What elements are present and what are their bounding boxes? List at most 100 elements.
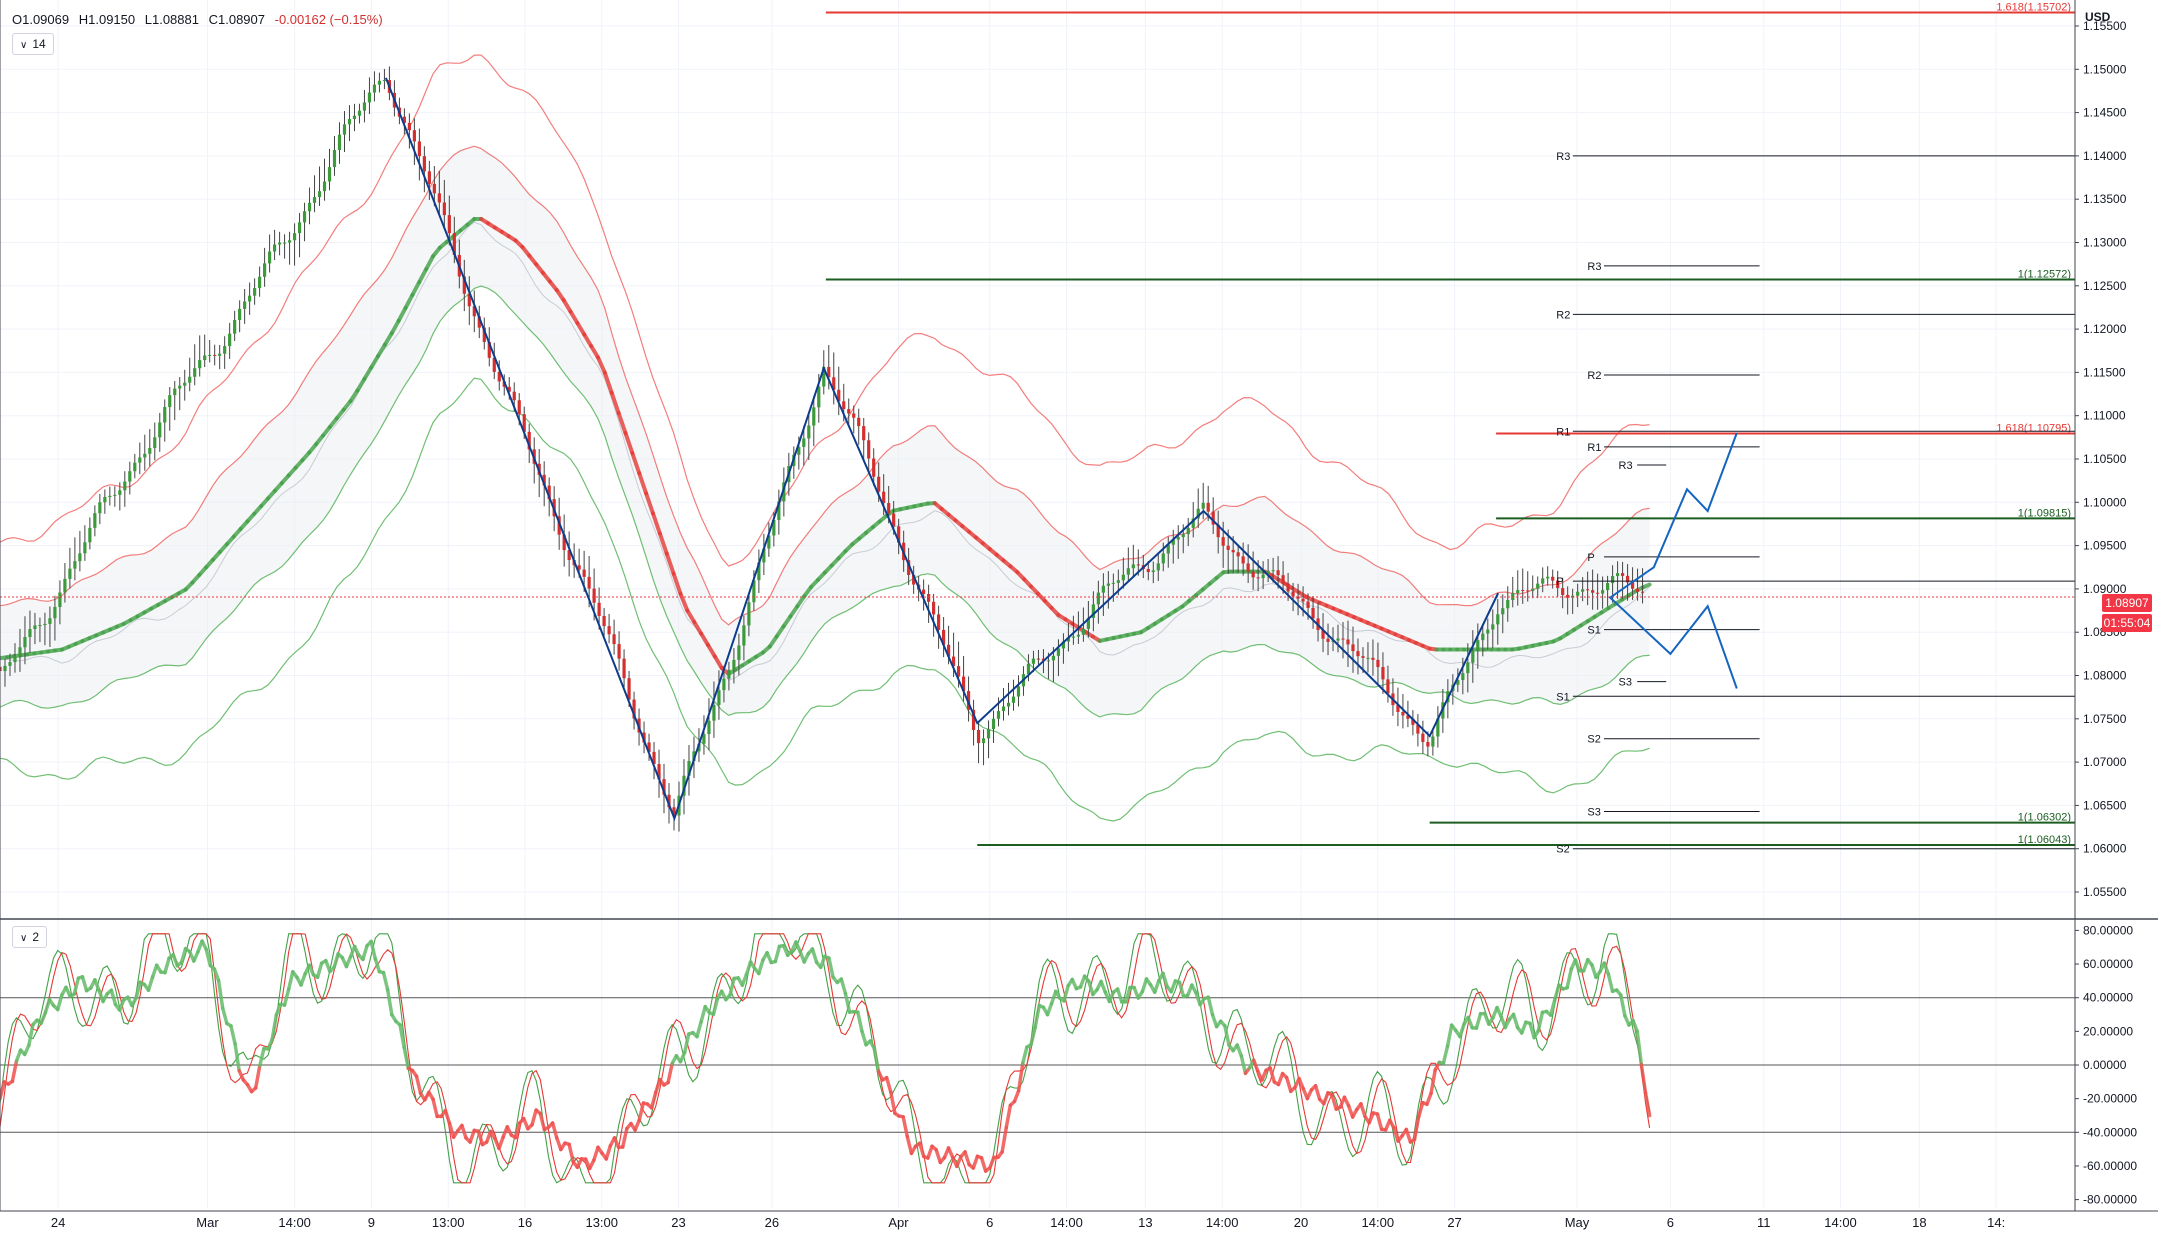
candle-body bbox=[937, 614, 940, 630]
pivot-label: R3 bbox=[1587, 261, 1601, 273]
candle-body bbox=[328, 167, 331, 181]
candle-body bbox=[448, 215, 451, 233]
candle-body bbox=[233, 320, 236, 334]
candle-body bbox=[383, 80, 386, 81]
candle-body bbox=[128, 471, 131, 481]
candle-body bbox=[273, 245, 276, 252]
candle-body bbox=[982, 738, 985, 743]
candle-body bbox=[1242, 556, 1245, 563]
candle-body bbox=[1641, 592, 1644, 593]
candle-body bbox=[88, 528, 91, 542]
candle-body bbox=[977, 730, 980, 743]
time-tick-label: 23 bbox=[671, 1215, 685, 1230]
candle-body bbox=[997, 711, 1000, 719]
candle-body bbox=[193, 368, 196, 377]
candle-body bbox=[1561, 588, 1564, 595]
pivot-label: P bbox=[1556, 576, 1563, 588]
candle-body bbox=[1147, 569, 1150, 572]
candle-body bbox=[862, 426, 865, 440]
candle-body bbox=[188, 377, 191, 383]
candle-body bbox=[253, 288, 256, 296]
candle-body bbox=[1621, 573, 1624, 576]
currency-label[interactable]: USD bbox=[2085, 10, 2110, 24]
candle-body bbox=[213, 355, 216, 356]
candle-body bbox=[1506, 600, 1509, 608]
price-tick-label: 1.10500 bbox=[2083, 452, 2127, 466]
candle-body bbox=[33, 625, 36, 629]
candle-body bbox=[847, 409, 850, 413]
price-tick-label: 1.12500 bbox=[2083, 279, 2127, 293]
time-tick-label: 16 bbox=[518, 1215, 532, 1230]
candle-body bbox=[1052, 656, 1055, 660]
ohlc-open: O1.09069 bbox=[12, 12, 69, 27]
candle-body bbox=[857, 418, 860, 426]
candle-body bbox=[1461, 673, 1464, 680]
candle-body bbox=[1222, 537, 1225, 546]
candle-body bbox=[712, 705, 715, 721]
osc-tick-label: 40.00000 bbox=[2083, 991, 2133, 1005]
candle-body bbox=[742, 625, 745, 645]
price-tick-label: 1.05500 bbox=[2083, 885, 2127, 899]
indicator-count: 14 bbox=[32, 37, 45, 51]
candle-body bbox=[1012, 697, 1015, 703]
time-tick-label: 14:00 bbox=[1050, 1215, 1083, 1230]
candle-body bbox=[807, 425, 810, 438]
candle-body bbox=[1177, 537, 1180, 539]
candle-body bbox=[1431, 736, 1434, 746]
candle-body bbox=[588, 577, 591, 589]
candle-body bbox=[1182, 534, 1185, 537]
candle-body bbox=[1107, 584, 1110, 586]
candle-body bbox=[1157, 563, 1160, 570]
candle-body bbox=[1496, 614, 1499, 624]
time-tick-label: 6 bbox=[986, 1215, 993, 1230]
fib-level-label: 1.618(1.10795) bbox=[1996, 422, 2071, 434]
price-chart[interactable]: 1.618(1.15702)1(1.12572)1.618(1.10795)1(… bbox=[0, 0, 2158, 1241]
price-tick-label: 1.12000 bbox=[2083, 322, 2127, 336]
candle-body bbox=[992, 719, 995, 729]
time-tick-label: 27 bbox=[1447, 1215, 1461, 1230]
fib-level-label: 1(1.06302) bbox=[2018, 812, 2071, 824]
candle-body bbox=[428, 171, 431, 184]
osc-tick-label: -40.00000 bbox=[2083, 1125, 2137, 1139]
candle-body bbox=[278, 243, 281, 245]
indicators-toggle-price[interactable]: ∨14 bbox=[12, 33, 54, 55]
indicators-toggle-oscillator[interactable]: ∨2 bbox=[12, 926, 47, 948]
candle-body bbox=[28, 629, 31, 637]
candle-body bbox=[258, 277, 261, 288]
candle-body bbox=[1356, 651, 1359, 656]
candle-body bbox=[1521, 590, 1524, 591]
current-price-tag: 1.08907 bbox=[2102, 594, 2152, 612]
candle-body bbox=[1097, 593, 1100, 605]
candle-body bbox=[313, 197, 316, 203]
candle-body bbox=[98, 502, 101, 513]
candle-body bbox=[1276, 570, 1279, 575]
time-tick-label: 13 bbox=[1138, 1215, 1152, 1230]
price-tick-label: 1.09500 bbox=[2083, 539, 2127, 553]
time-tick-label: May bbox=[1565, 1215, 1590, 1230]
candle-body bbox=[1252, 572, 1255, 578]
candle-body bbox=[63, 579, 66, 593]
candle-body bbox=[593, 589, 596, 603]
candle-body bbox=[43, 624, 46, 625]
candle-body bbox=[1591, 590, 1594, 593]
time-tick-label: 20 bbox=[1294, 1215, 1308, 1230]
candle-body bbox=[178, 386, 181, 389]
price-tick-label: 1.11000 bbox=[2083, 409, 2126, 423]
fib-level-label: 1(1.06043) bbox=[2018, 834, 2071, 846]
chart-stage[interactable]: 1.618(1.15702)1(1.12572)1.618(1.10795)1(… bbox=[0, 0, 2158, 1241]
time-tick-label: 11 bbox=[1757, 1215, 1771, 1230]
time-tick-label: 14:00 bbox=[1206, 1215, 1239, 1230]
osc-tick-label: 80.00000 bbox=[2083, 923, 2133, 937]
candle-body bbox=[68, 569, 71, 579]
candle-body bbox=[1032, 659, 1035, 664]
candle-body bbox=[78, 553, 81, 561]
candle-body bbox=[1247, 563, 1250, 571]
candle-body bbox=[1346, 639, 1349, 644]
candle-body bbox=[1132, 564, 1135, 568]
candle-body bbox=[103, 497, 106, 502]
pivot-label: R1 bbox=[1556, 426, 1570, 438]
candle-body bbox=[1616, 573, 1619, 576]
candle-body bbox=[1077, 635, 1080, 637]
candle-body bbox=[1526, 590, 1529, 591]
candle-body bbox=[1326, 639, 1329, 642]
